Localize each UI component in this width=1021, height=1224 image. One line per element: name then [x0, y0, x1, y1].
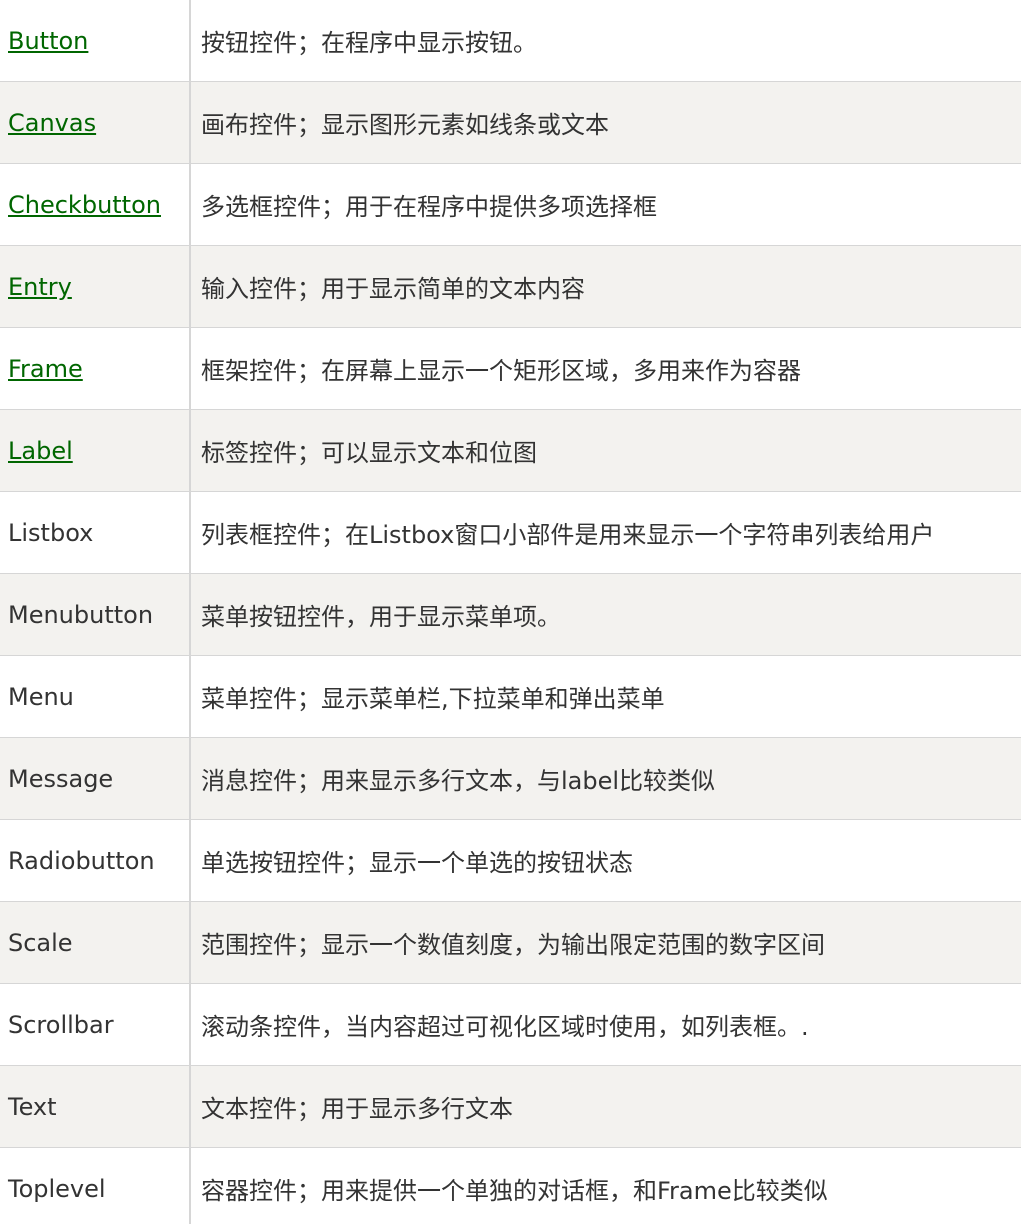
widget-name: Menu — [0, 655, 191, 738]
table-row: Scrollbar 滚动条控件，当内容超过可视化区域时使用，如列表框。. — [0, 983, 1021, 1066]
widget-name: Listbox — [0, 491, 191, 574]
widget-name: Toplevel — [0, 1147, 191, 1224]
widget-description: 框架控件；在屏幕上显示一个矩形区域，多用来作为容器 — [190, 327, 1021, 410]
widget-name-link[interactable]: Frame — [8, 355, 83, 383]
widget-name: Scrollbar — [0, 983, 191, 1066]
widget-name-cell: Canvas — [0, 81, 191, 164]
widget-description: 单选按钮控件；显示一个单选的按钮状态 — [190, 819, 1021, 902]
widget-name-cell: Label — [0, 409, 191, 492]
widget-name-link[interactable]: Button — [8, 27, 88, 55]
table-row: Checkbutton 多选框控件；用于在程序中提供多项选择框 — [0, 163, 1021, 246]
widget-description: 滚动条控件，当内容超过可视化区域时使用，如列表框。. — [190, 983, 1021, 1066]
widget-description: 菜单控件；显示菜单栏,下拉菜单和弹出菜单 — [190, 655, 1021, 738]
widget-description: 输入控件；用于显示简单的文本内容 — [190, 245, 1021, 328]
widget-description: 菜单按钮控件，用于显示菜单项。 — [190, 573, 1021, 656]
table-row: Label 标签控件；可以显示文本和位图 — [0, 409, 1021, 492]
widget-description: 标签控件；可以显示文本和位图 — [190, 409, 1021, 492]
widget-name-link[interactable]: Checkbutton — [8, 191, 161, 219]
table-row: Frame 框架控件；在屏幕上显示一个矩形区域，多用来作为容器 — [0, 327, 1021, 410]
widget-description: 消息控件；用来显示多行文本，与label比较类似 — [190, 737, 1021, 820]
widget-name-cell: Entry — [0, 245, 191, 328]
table-row: Listbox 列表框控件；在Listbox窗口小部件是用来显示一个字符串列表给… — [0, 491, 1021, 574]
widget-description: 列表框控件；在Listbox窗口小部件是用来显示一个字符串列表给用户 — [190, 491, 1021, 574]
widget-name-link[interactable]: Entry — [8, 273, 72, 301]
widget-description: 按钮控件；在程序中显示按钮。 — [190, 0, 1021, 82]
widget-name: Radiobutton — [0, 819, 191, 902]
table-row: Button 按钮控件；在程序中显示按钮。 — [0, 0, 1021, 82]
widget-description: 范围控件；显示一个数值刻度，为输出限定范围的数字区间 — [190, 901, 1021, 984]
widget-description: 多选框控件；用于在程序中提供多项选择框 — [190, 163, 1021, 246]
widget-name: Text — [0, 1065, 191, 1148]
table-row: Canvas 画布控件；显示图形元素如线条或文本 — [0, 81, 1021, 164]
widget-description: 文本控件；用于显示多行文本 — [190, 1065, 1021, 1148]
table-row: Text 文本控件；用于显示多行文本 — [0, 1065, 1021, 1148]
widget-description: 容器控件；用来提供一个单独的对话框，和Frame比较类似 — [190, 1147, 1021, 1224]
widget-name-link[interactable]: Label — [8, 437, 73, 465]
table-row: Menu 菜单控件；显示菜单栏,下拉菜单和弹出菜单 — [0, 655, 1021, 738]
widget-name: Scale — [0, 901, 191, 984]
table-row: Menubutton 菜单按钮控件，用于显示菜单项。 — [0, 573, 1021, 656]
table-row: Message 消息控件；用来显示多行文本，与label比较类似 — [0, 737, 1021, 820]
table-row: Toplevel 容器控件；用来提供一个单独的对话框，和Frame比较类似 — [0, 1147, 1021, 1224]
widget-name-cell: Checkbutton — [0, 163, 191, 246]
table-row: Scale 范围控件；显示一个数值刻度，为输出限定范围的数字区间 — [0, 901, 1021, 984]
widget-description: 画布控件；显示图形元素如线条或文本 — [190, 81, 1021, 164]
widget-name: Message — [0, 737, 191, 820]
widget-table: Button 按钮控件；在程序中显示按钮。 Canvas 画布控件；显示图形元素… — [0, 0, 1021, 1224]
widget-name-cell: Button — [0, 0, 191, 82]
table-row: Entry 输入控件；用于显示简单的文本内容 — [0, 245, 1021, 328]
widget-name: Menubutton — [0, 573, 191, 656]
table-row: Radiobutton 单选按钮控件；显示一个单选的按钮状态 — [0, 819, 1021, 902]
widget-table-body: Button 按钮控件；在程序中显示按钮。 Canvas 画布控件；显示图形元素… — [0, 0, 1021, 1224]
widget-name-cell: Frame — [0, 327, 191, 410]
widget-name-link[interactable]: Canvas — [8, 109, 96, 137]
